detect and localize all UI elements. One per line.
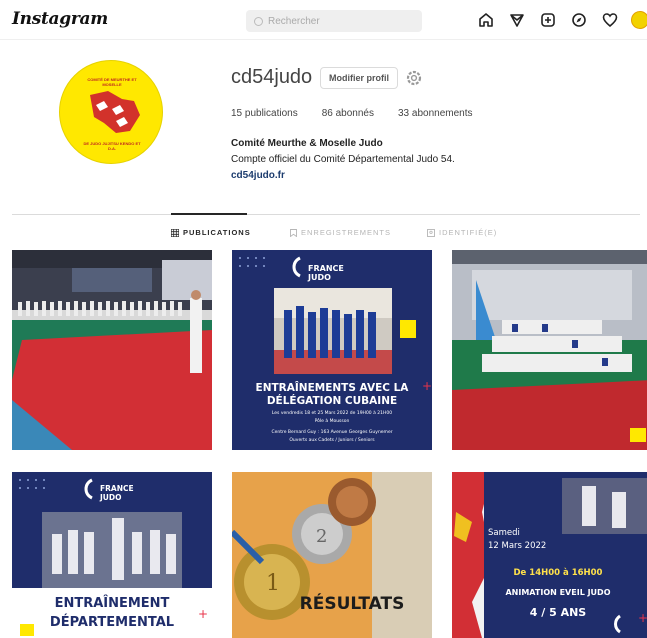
post-2-detail-line4: Ouverts aux Cadets / Juniors / Seniors [289,438,375,443]
post-thumbnail-6[interactable]: + Samedi 12 Mars 2022 De 14H00 à 16H00 A… [452,472,647,638]
search-icon [254,16,263,26]
post-thumbnail-1[interactable] [12,250,212,450]
new-post-icon[interactable] [538,10,558,30]
avatar-top-text: COMITÉ DE MEURTHE ET MOSELLE [87,77,137,87]
profile-stats: 15 publications 86 abonnés 33 abonnement… [231,108,473,119]
profile-picture[interactable]: COMITÉ DE MEURTHE ET MOSELLE DE JUDO JUJ… [59,60,163,164]
post-1-image [12,250,212,450]
bio-full-name: Comité Meurthe & Moselle Judo [231,138,383,149]
post-2-detail-line1: Les vendredis 18 et 25 Mars 2022 de 19H0… [271,411,393,416]
tab-saved[interactable]: ENREGISTREMENTS [290,228,391,237]
post-2-detail-line3: Centre Bernard Guy : 163 Avenue Georges … [271,430,393,435]
explore-icon[interactable] [569,10,589,30]
top-navigation-bar: Instagram [0,0,647,40]
active-tab-indicator [171,213,247,215]
search-input[interactable] [268,15,408,27]
tab-saved-label: ENREGISTREMENTS [301,228,392,237]
instagram-logo[interactable]: Instagram [12,9,108,29]
tab-publications-label: PUBLICATIONS [183,228,251,237]
post-6-line4: ANIMATION EVEIL JUDO [505,588,611,597]
post-4-brand: FRANCE JUDO [100,484,134,502]
avatar-bottom-text: DE JUDO JUJITSU KENDO ET D.A. [83,141,141,151]
svg-text:+: + [638,611,647,625]
post-4-title-line1: ENTRAÎNEMENT [54,596,170,611]
post-2-title-line2: DÉLÉGATION CUBAINE [266,395,398,407]
post-2-detail-line2: Pôle à Mousson [314,419,350,424]
publications-count: 15 publications [231,108,298,119]
edit-profile-button[interactable]: Modifier profil [320,67,398,89]
post-3-image [452,250,647,450]
post-2-brand: FRANCE JUDO [308,264,344,282]
post-6-line5: 4 / 5 ANS [529,606,587,619]
following-count[interactable]: 33 abonnements [398,108,473,119]
post-thumbnail-4[interactable]: + FRANCE JUDO ENTRAÎNEMENT DÉPARTEMENTAL [12,472,212,638]
nav-icons [476,10,647,30]
grid-icon [171,228,179,237]
settings-gear-icon[interactable] [405,69,423,87]
direct-messages-icon[interactable] [507,10,527,30]
post-thumbnail-2[interactable]: + FRANCE JUDO ENTRAÎNEMENTS AVEC LA DÉLÉ… [232,250,432,450]
svg-text:2: 2 [316,526,327,547]
post-5-title: RÉSULTATS [299,594,405,614]
post-6-line3: De 14H00 à 16H00 [513,568,603,578]
svg-text:1: 1 [266,571,280,596]
post-2-title-line1: ENTRAÎNEMENTS AVEC LA [255,382,409,394]
followers-count[interactable]: 86 abonnés [322,108,374,119]
post-4-title-line2: DÉPARTEMENTAL [49,615,175,630]
search-box[interactable] [246,10,422,32]
post-thumbnail-5[interactable]: 1 2 RÉSULTATS [232,472,432,638]
tagged-icon [427,228,435,237]
bookmark-icon [290,228,297,237]
profile-avatar-icon[interactable] [631,11,647,29]
tab-tagged[interactable]: IDENTIFIÉ(E) [427,228,497,237]
bio-description: Compte officiel du Comité Départemental … [231,154,455,165]
post-6-line2: 12 Mars 2022 [488,541,547,551]
tabs-divider [12,214,640,215]
profile-username: cd54judo [231,66,313,88]
home-icon[interactable] [476,10,496,30]
post-thumbnail-3[interactable] [452,250,647,450]
bio-website-link[interactable]: cd54judo.fr [231,170,285,181]
tab-tagged-label: IDENTIFIÉ(E) [439,228,498,237]
activity-heart-icon[interactable] [600,10,620,30]
tab-publications[interactable]: PUBLICATIONS [171,228,251,237]
post-6-line1: Samedi [488,528,520,538]
